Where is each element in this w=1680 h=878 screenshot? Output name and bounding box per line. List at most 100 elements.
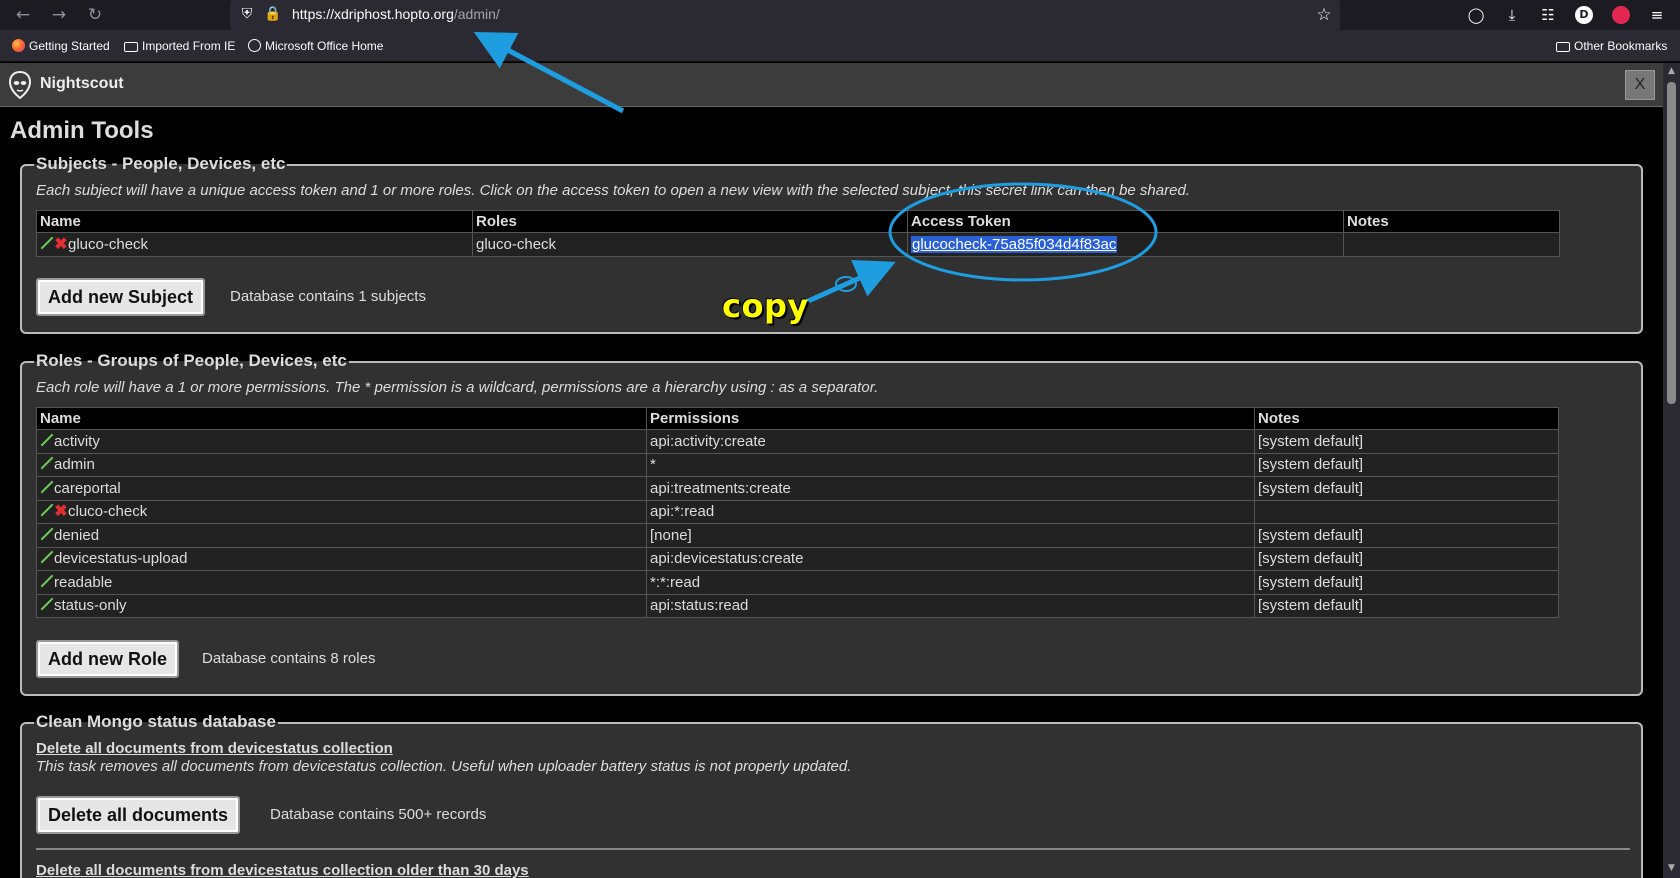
divider (36, 848, 1630, 850)
role-permissions: *:*:read (646, 570, 1255, 595)
bookmark-imported-from-ie[interactable]: Imported From IE (124, 38, 235, 54)
role-notes: [system default] (1254, 476, 1559, 501)
table-row: careportal api:treatments:create [system… (36, 476, 1559, 501)
table-row: readable *:*:read [system default] (36, 570, 1559, 595)
roles-table: Name Permissions Notes activity api:acti… (36, 407, 1559, 618)
table-header-row: Name Roles Access Token Notes (36, 210, 1560, 233)
role-name-cell: readable (36, 570, 647, 595)
page-title: Admin Tools (10, 117, 154, 144)
subject-name-cell: ✖gluco-check (36, 232, 473, 257)
delete-all-devicestatus-link[interactable]: Delete all documents from devicestatus c… (36, 740, 393, 757)
edit-icon[interactable] (40, 236, 54, 250)
bookmark-label: Getting Started (29, 39, 110, 53)
bookmarks-bar: Getting Started Imported From IE Microso… (0, 30, 1680, 62)
url-host: https://xdriphost.hopto.org (292, 6, 454, 22)
role-permissions: * (646, 452, 1255, 477)
url-path: /admin/ (453, 6, 500, 22)
folder-icon (124, 42, 138, 52)
other-bookmarks[interactable]: Other Bookmarks (1556, 38, 1667, 54)
subject-notes (1343, 232, 1560, 257)
role-name: readable (54, 573, 113, 591)
role-permissions: api:*:read (646, 499, 1255, 524)
add-subject-button[interactable]: Add new Subject (36, 278, 206, 316)
role-permissions: api:devicestatus:create (646, 546, 1255, 571)
forward-icon[interactable]: → (46, 4, 72, 26)
edit-icon[interactable] (40, 456, 54, 470)
subjects-table: Name Roles Access Token Notes ✖gluco-che… (36, 210, 1560, 257)
subject-roles: gluco-check (472, 232, 908, 257)
column-header: Name (36, 407, 647, 430)
firefox-icon (12, 39, 25, 52)
role-name-cell: status-only (36, 593, 647, 618)
edit-icon[interactable] (40, 597, 54, 611)
clean-mongo-section: Clean Mongo status database Delete all d… (20, 712, 1643, 878)
scrollbar-thumb[interactable] (1667, 82, 1676, 404)
address-bar[interactable]: ⛨ 🔒 https://xdriphost.hopto.org/admin/ ☆ (230, 0, 1340, 30)
bookmark-microsoft-office-home[interactable]: Microsoft Office Home (248, 38, 383, 54)
table-row: activity api:activity:create [system def… (36, 429, 1559, 454)
nightscout-logo-icon (8, 70, 32, 100)
delete-icon[interactable]: ✖ (54, 236, 68, 252)
column-header: Notes (1343, 210, 1560, 233)
app-header: Nightscout X (0, 63, 1663, 107)
table-row: status-only api:status:read [system defa… (36, 593, 1559, 618)
pocket-icon[interactable]: ◯ (1464, 4, 1488, 26)
extension-icon[interactable] (1612, 6, 1630, 24)
shield-icon[interactable]: ⛨ (238, 5, 256, 23)
copy-annotation-label: copy (722, 287, 809, 325)
edit-icon[interactable] (40, 480, 54, 494)
scroll-up-icon[interactable]: ▲ (1663, 63, 1680, 79)
back-icon[interactable]: ← (10, 4, 36, 26)
column-header: Notes (1254, 407, 1559, 430)
delete-all-documents-button[interactable]: Delete all documents (36, 796, 241, 834)
mongo-legend: Clean Mongo status database (34, 712, 278, 732)
add-role-button[interactable]: Add new Role (36, 640, 180, 678)
close-button[interactable]: X (1625, 70, 1655, 100)
role-permissions: api:status:read (646, 593, 1255, 618)
url-text[interactable]: https://xdriphost.hopto.org/admin/ (292, 6, 500, 22)
role-notes: [system default] (1254, 593, 1559, 618)
subjects-section: Subjects - People, Devices, etc Each sub… (20, 154, 1643, 334)
role-name: devicestatus-upload (54, 550, 188, 568)
role-name-cell: admin (36, 452, 647, 477)
table-row: devicestatus-upload api:devicestatus:cre… (36, 546, 1559, 571)
edit-icon[interactable] (40, 503, 54, 517)
role-permissions: [none] (646, 523, 1255, 548)
reload-icon[interactable]: ↻ (82, 4, 108, 26)
delete-all-description: This task removes all documents from dev… (36, 758, 852, 775)
role-name-cell: activity (36, 429, 647, 454)
edit-icon[interactable] (40, 574, 54, 588)
browser-toolbar: ← → ↻ ⛨ 🔒 https://xdriphost.hopto.org/ad… (0, 0, 1680, 30)
role-name: denied (54, 526, 100, 544)
column-header: Roles (472, 210, 908, 233)
role-name: status-only (54, 597, 127, 615)
delete-icon[interactable]: ✖ (54, 504, 68, 520)
role-permissions: api:treatments:create (646, 476, 1255, 501)
edit-icon[interactable] (40, 527, 54, 541)
roles-section: Roles - Groups of People, Devices, etc E… (20, 351, 1643, 696)
role-name: careportal (54, 479, 121, 497)
profile-avatar[interactable]: D (1575, 6, 1593, 24)
subject-name: gluco-check (68, 235, 149, 253)
download-icon[interactable]: ⤓ (1500, 4, 1524, 26)
role-name-cell: devicestatus-upload (36, 546, 647, 571)
role-notes: [system default] (1254, 429, 1559, 454)
role-notes (1254, 499, 1559, 524)
role-notes: [system default] (1254, 546, 1559, 571)
bookmark-star-icon[interactable]: ☆ (1314, 5, 1334, 25)
subjects-legend: Subjects - People, Devices, etc (34, 154, 288, 174)
devicestatus-count: Database contains 500+ records (270, 806, 487, 823)
scroll-down-icon[interactable]: ▼ (1663, 860, 1680, 876)
edit-icon[interactable] (40, 550, 54, 564)
library-icon[interactable]: ☷ (1536, 4, 1560, 26)
access-token-link[interactable]: glucocheck-75a85f034d4f83ac (911, 235, 1118, 253)
role-name-cell: denied (36, 523, 647, 548)
bookmark-getting-started[interactable]: Getting Started (12, 38, 110, 54)
delete-old-devicestatus-link[interactable]: Delete all documents from devicestatus c… (36, 862, 529, 878)
lock-icon[interactable]: 🔒 (264, 5, 282, 23)
menu-icon[interactable]: ≡ (1645, 4, 1669, 26)
bookmark-label: Microsoft Office Home (265, 39, 384, 53)
roles-legend: Roles - Groups of People, Devices, etc (34, 351, 349, 371)
edit-icon[interactable] (40, 433, 54, 447)
subjects-count: Database contains 1 subjects (230, 288, 426, 305)
